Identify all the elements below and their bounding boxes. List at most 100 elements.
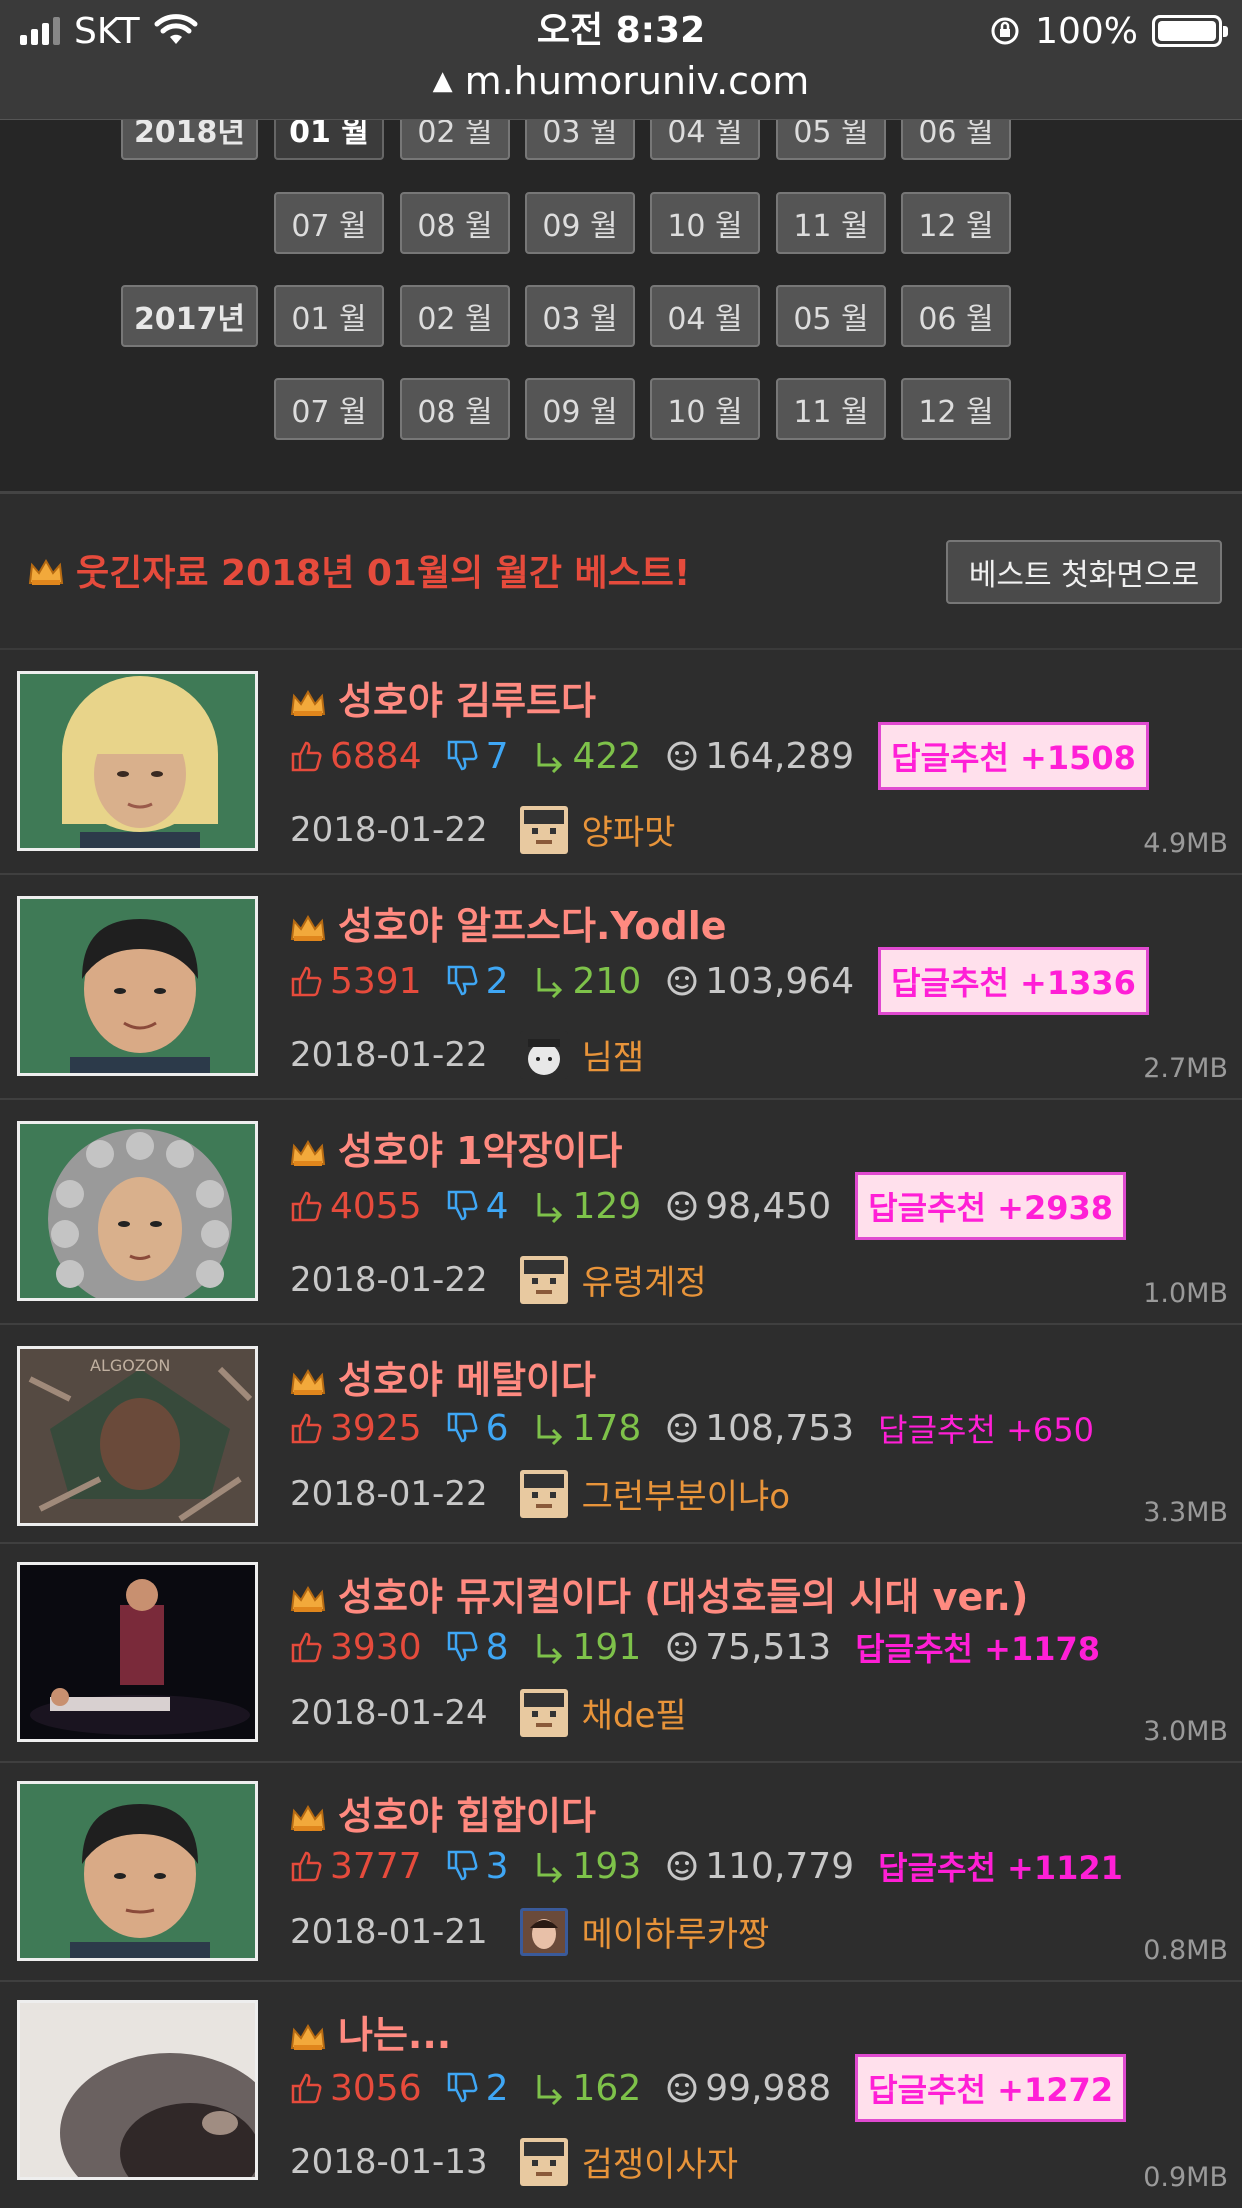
post-thumbnail[interactable] xyxy=(17,671,258,851)
list-item[interactable]: 성호야 1악장이다 4055 4 129 98,450 답글추천 +2938 2… xyxy=(0,1100,1242,1325)
author-name[interactable]: 채de필 xyxy=(582,1688,687,1737)
month-button[interactable]: 05 월 xyxy=(776,285,886,347)
month-button[interactable]: 07 월 xyxy=(274,378,384,440)
author-name[interactable]: 그런부분이냐o xyxy=(582,1469,790,1518)
post-date: 2018-01-21 xyxy=(290,1911,488,1952)
boy-portrait-thumbnail-image xyxy=(20,899,255,1073)
post-stats: 4055 4 129 98,450 답글추천 +2938 xyxy=(290,1172,1126,1240)
thumbs-up-icon xyxy=(291,2073,322,2104)
month-button[interactable]: 03 월 xyxy=(525,285,635,347)
reply-count: 129 xyxy=(533,1186,641,1227)
thumbs-down-icon xyxy=(447,740,478,771)
list-item[interactable]: 성호야 뮤지컬이다 (대성호들의 시대 ver.) 3930 8 191 75,… xyxy=(0,1544,1242,1763)
reply-count: 162 xyxy=(533,2068,641,2109)
upvote-count: 3925 xyxy=(290,1408,422,1449)
author-avatar[interactable] xyxy=(519,805,568,854)
list-item[interactable]: 나는... 3056 2 162 99,988 답글추천 +1272 2018-… xyxy=(0,1982,1242,2208)
post-title[interactable]: 성호야 뮤지컬이다 (대성호들의 시대 ver.) xyxy=(290,1566,1028,1621)
file-size: 1.0MB xyxy=(1143,1278,1228,1309)
post-title-text: 성호야 1악장이다 xyxy=(338,1129,623,1173)
list-item[interactable]: 성호야 김루트다 6884 7 422 164,289 답글추천 +1508 2… xyxy=(0,650,1242,875)
month-button[interactable]: 08 월 xyxy=(400,378,510,440)
best-home-button[interactable]: 베스트 첫화면으로 xyxy=(946,540,1222,604)
reply-arrow-icon xyxy=(537,743,562,773)
archive-selector: 2018년 01 월 02 월 03 월 04 월 05 월 06 월 07 월… xyxy=(0,120,1242,494)
downvote-count: 8 xyxy=(446,1627,509,1668)
post-title[interactable]: 나는... xyxy=(290,2004,451,2059)
downvote-count: 6 xyxy=(446,1408,509,1449)
crown-icon xyxy=(290,1579,326,1612)
author-avatar[interactable] xyxy=(519,1688,568,1737)
post-meta: 2018-01-24 채de필 xyxy=(290,1688,687,1737)
post-date: 2018-01-22 xyxy=(290,1259,488,1300)
month-button[interactable]: 11 월 xyxy=(776,192,886,254)
month-button[interactable]: 07 월 xyxy=(274,192,384,254)
month-button[interactable]: 09 월 xyxy=(525,378,635,440)
month-button[interactable]: 11 월 xyxy=(776,378,886,440)
file-size: 4.9MB xyxy=(1143,828,1228,859)
author-avatar[interactable] xyxy=(519,1255,568,1304)
post-title[interactable]: 성호야 메탈이다 xyxy=(290,1349,596,1404)
post-title[interactable]: 성호야 알프스다.Yodle xyxy=(290,895,727,950)
status-right: 100% xyxy=(989,8,1228,54)
month-button[interactable]: 09 월 xyxy=(525,192,635,254)
reply-arrow-icon xyxy=(537,968,562,998)
month-button[interactable]: 08 월 xyxy=(400,192,510,254)
view-count: 108,753 xyxy=(665,1408,854,1449)
author-name[interactable]: 메이하루카짱 xyxy=(582,1907,770,1956)
post-thumbnail[interactable]: ALGOZON xyxy=(17,1346,258,1526)
month-button[interactable]: 04 월 xyxy=(650,285,760,347)
post-thumbnail[interactable] xyxy=(17,1562,258,1742)
author-name[interactable]: 겁쟁이사자 xyxy=(582,2137,738,2186)
post-title-text: 성호야 알프스다.Yodle xyxy=(338,904,727,948)
month-button[interactable]: 05 월 xyxy=(776,120,886,160)
month-button[interactable]: 06 월 xyxy=(901,120,1011,160)
author-name[interactable]: 유령계정 xyxy=(582,1255,707,1304)
list-item[interactable]: ALGOZON 성호야 메탈이다 3925 6 178 108,753 답글추천… xyxy=(0,1325,1242,1544)
post-title[interactable]: 성호야 힙합이다 xyxy=(290,1785,596,1840)
month-button[interactable]: 12 월 xyxy=(901,192,1011,254)
reply-recommend-badge: 답글추천 +1336 xyxy=(878,947,1149,1015)
year-2017-button[interactable]: 2017년 xyxy=(121,285,258,347)
month-button[interactable]: 02 월 xyxy=(400,120,510,160)
post-thumbnail[interactable] xyxy=(17,1121,258,1301)
status-bar: SKT 오전 8:32 100% ▲ m.humoruniv.com xyxy=(0,0,1242,120)
month-button[interactable]: 10 월 xyxy=(650,378,760,440)
best-title-text: 웃긴자료 2018년 01월의 월간 베스트! xyxy=(76,553,691,594)
reply-recommend-badge: 답글추천 +2938 xyxy=(855,1172,1126,1240)
author-name[interactable]: 양파맛 xyxy=(582,805,676,854)
crown-icon xyxy=(290,683,326,716)
month-button[interactable]: 06 월 xyxy=(901,285,1011,347)
author-avatar[interactable] xyxy=(519,1030,568,1079)
month-button[interactable]: 12 월 xyxy=(901,378,1011,440)
month-button[interactable]: 03 월 xyxy=(525,120,635,160)
month-button[interactable]: 10 월 xyxy=(650,192,760,254)
smiley-icon xyxy=(667,2073,697,2103)
upvote-count: 5391 xyxy=(290,961,422,1002)
url-bar[interactable]: ▲ m.humoruniv.com xyxy=(0,56,1242,106)
smiley-icon xyxy=(667,966,697,996)
post-thumbnail[interactable] xyxy=(17,896,258,1076)
post-meta: 2018-01-21 메이하루카짱 xyxy=(290,1907,769,1956)
list-item[interactable]: 성호야 알프스다.Yodle 5391 2 210 103,964 답글추천 +… xyxy=(0,875,1242,1100)
month-button[interactable]: 01 월 xyxy=(274,285,384,347)
author-name[interactable]: 님잼 xyxy=(582,1030,645,1079)
archive-row: 07 월 08 월 09 월 10 월 11 월 12 월 xyxy=(0,378,1242,440)
post-thumbnail[interactable] xyxy=(17,2000,258,2180)
view-count: 98,450 xyxy=(665,1186,831,1227)
post-thumbnail[interactable] xyxy=(17,1781,258,1961)
post-title[interactable]: 성호야 김루트다 xyxy=(290,670,596,725)
crown-icon xyxy=(290,2017,326,2050)
month-button[interactable]: 02 월 xyxy=(400,285,510,347)
archive-row: 07 월 08 월 09 월 10 월 11 월 12 월 xyxy=(0,192,1242,254)
month-button[interactable]: 04 월 xyxy=(650,120,760,160)
year-2018-button[interactable]: 2018년 xyxy=(121,120,258,160)
author-avatar[interactable] xyxy=(519,1907,568,1956)
list-item[interactable]: 성호야 힙합이다 3777 3 193 110,779 답글추천 +1121 2… xyxy=(0,1763,1242,1982)
author-avatar[interactable] xyxy=(519,2137,568,2186)
reply-count: 210 xyxy=(533,961,641,1002)
month-button[interactable]: 01 월 xyxy=(274,120,384,160)
post-date: 2018-01-22 xyxy=(290,1034,488,1075)
post-title[interactable]: 성호야 1악장이다 xyxy=(290,1120,622,1175)
author-avatar[interactable] xyxy=(519,1469,568,1518)
